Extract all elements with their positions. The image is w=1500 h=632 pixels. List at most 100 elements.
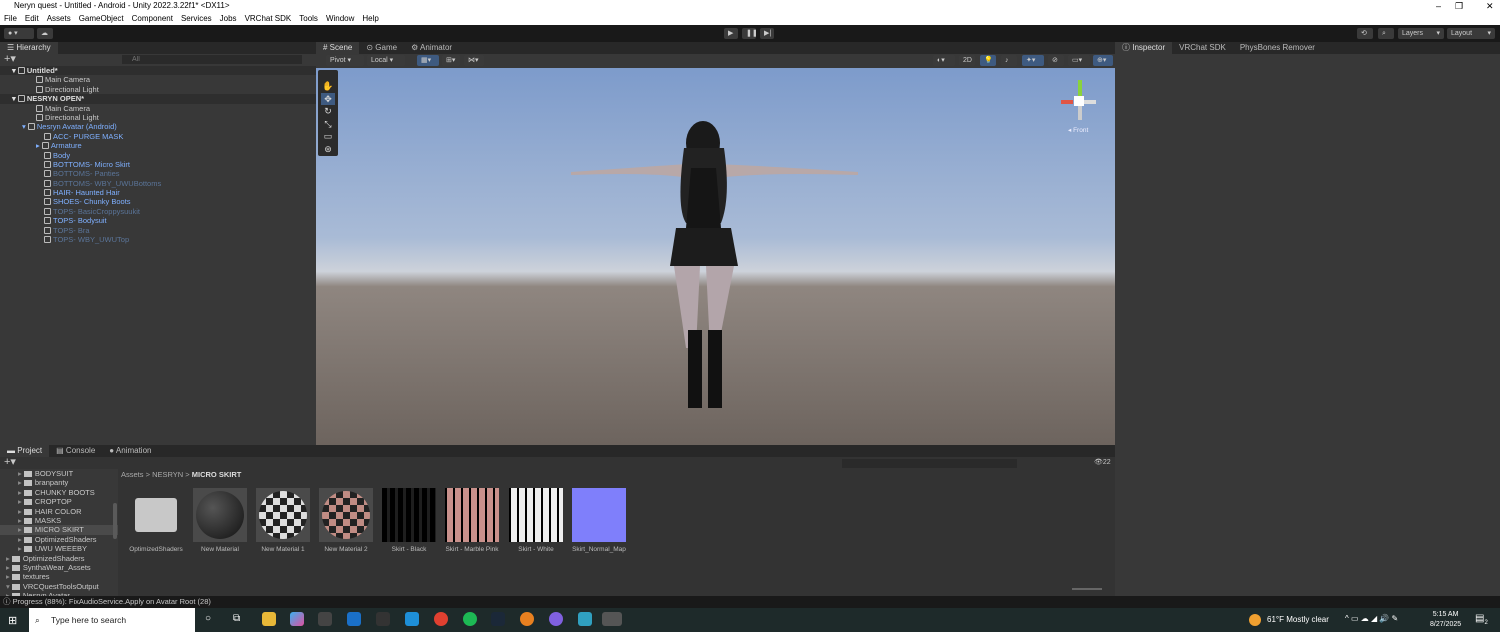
hierarchy-item[interactable]: Directional Light <box>0 113 316 122</box>
folder-tree-item[interactable]: ▸ OptimizedShaders <box>0 535 118 544</box>
asset-texture[interactable]: Skirt_Normal_Map <box>571 488 627 553</box>
2d-toggle[interactable]: 2D <box>959 55 975 66</box>
hierarchy-scene[interactable]: ▾ Untitled* <box>0 66 316 76</box>
folder-tree-item[interactable]: ▸ textures <box>0 572 118 581</box>
asset-folder[interactable]: OptimizedShaders <box>128 488 184 553</box>
project-search-input[interactable] <box>842 459 1017 468</box>
hierarchy-item[interactable]: SHOES- Chunky Boots <box>0 197 316 206</box>
align-button[interactable]: ⋈▾ <box>464 55 484 66</box>
hierarchy-scene[interactable]: ▾ NESRYN OPEN* <box>0 94 316 104</box>
grid-snap-button[interactable]: ▦▾ <box>417 55 439 66</box>
tab-console[interactable]: ▤ Console <box>49 445 102 457</box>
unity-icon[interactable] <box>602 612 622 626</box>
asset-texture[interactable]: Skirt - Black <box>381 488 437 553</box>
hierarchy-item[interactable]: ▸ Armature <box>0 141 316 150</box>
steam-icon[interactable] <box>491 612 505 626</box>
discord-icon[interactable] <box>549 612 563 626</box>
folder-tree-item[interactable]: ▸ HAIR COLOR <box>0 507 118 516</box>
task-view-icon[interactable]: ⧉ <box>233 613 240 624</box>
expand-arrow-icon[interactable]: ▸ <box>36 141 42 150</box>
hierarchy-item[interactable]: TOPS- Bodysuit <box>0 216 316 225</box>
breadcrumb-assets[interactable]: Assets <box>121 470 144 479</box>
account-button[interactable]: ● ▾ <box>4 28 34 39</box>
hierarchy-item[interactable]: TOPS- BasicCroppysuukit <box>0 207 316 216</box>
hierarchy-item[interactable]: Body <box>0 151 316 160</box>
folder-tree-scrollbar[interactable] <box>113 503 117 539</box>
menu-jobs[interactable]: Jobs <box>220 12 237 25</box>
menu-vrchat-sdk[interactable]: VRChat SDK <box>245 12 292 25</box>
breadcrumb-nesryn[interactable]: NESRYN <box>152 470 183 479</box>
menu-window[interactable]: Window <box>326 12 354 25</box>
weather-text[interactable]: 61°F Mostly clear <box>1267 615 1329 624</box>
thumbnail-size-slider[interactable] <box>1072 588 1102 590</box>
hierarchy-item[interactable]: BOTTOMS- WBY_UWUBottoms <box>0 179 316 188</box>
menu-services[interactable]: Services <box>181 12 212 25</box>
system-tray-icons[interactable]: ^ ▭ ☁ ◢ 🔊 ✎ <box>1345 614 1398 623</box>
asset-material[interactable]: New Material 1 <box>255 488 311 553</box>
tab-animator[interactable]: ⚙ Animator <box>404 42 459 54</box>
cortana-icon[interactable]: ○ <box>205 613 211 624</box>
hierarchy-item[interactable]: TOPS- WBY_UWUTop <box>0 235 316 244</box>
hierarchy-item[interactable]: Main Camera <box>0 75 316 84</box>
hierarchy-item[interactable]: TOPS- Bra <box>0 226 316 235</box>
transform-tool-icon[interactable]: ⊛ <box>321 143 335 156</box>
hierarchy-search-input[interactable] <box>122 55 302 64</box>
folder-tree-item[interactable]: ▸ CHUNKY BOOTS <box>0 488 118 497</box>
folder-tree-item[interactable]: ▸ CROPTOP <box>0 497 118 506</box>
rect-tool-icon[interactable]: ▭ <box>321 130 335 143</box>
hierarchy-item[interactable]: BOTTOMS- Panties <box>0 169 316 178</box>
breadcrumb-micro-skirt[interactable]: MICRO SKIRT <box>192 470 242 479</box>
menu-tools[interactable]: Tools <box>299 12 318 25</box>
notifications-icon[interactable]: ▤2 <box>1475 613 1488 626</box>
file-explorer-icon[interactable] <box>262 612 276 626</box>
asset-material[interactable]: New Material 2 <box>318 488 374 553</box>
tab-vrchat-sdk[interactable]: VRChat SDK <box>1172 42 1233 54</box>
unity-hub-icon[interactable] <box>318 612 332 626</box>
folder-tree-item[interactable]: ▾ VRCQuestToolsOutput <box>0 582 118 591</box>
expand-arrow-icon[interactable]: ▾ <box>12 94 18 103</box>
play-button[interactable]: ▶ <box>724 28 738 39</box>
tab-animation[interactable]: ● Animation <box>102 445 158 457</box>
search-icon[interactable]: ⌕ <box>1378 28 1394 39</box>
cloud-icon[interactable]: ☁ <box>37 28 53 39</box>
spotify-icon[interactable] <box>463 612 477 626</box>
tab-scene[interactable]: # Scene <box>316 42 360 54</box>
menu-file[interactable]: File <box>4 12 17 25</box>
folder-tree-item[interactable]: ▸ MICRO SKIRT <box>0 525 118 535</box>
layout-dropdown[interactable]: Layout ▾ <box>1447 28 1495 39</box>
store-icon[interactable] <box>376 612 390 626</box>
pivot-dropdown[interactable]: Pivot ▾ <box>326 55 364 66</box>
avatar-model[interactable] <box>556 108 876 448</box>
expand-arrow-icon[interactable]: ▾ <box>12 66 18 75</box>
maximize-button[interactable]: ❐ <box>1455 0 1463 12</box>
local-dropdown[interactable]: Local ▾ <box>367 55 405 66</box>
snap-increment-button[interactable]: ⊞▾ <box>442 55 460 66</box>
scene-visibility-icon[interactable]: ⊘ <box>1048 55 1064 66</box>
asset-texture[interactable]: Skirt - Marble Pink <box>444 488 500 553</box>
hand-tool-icon[interactable]: ✋ <box>321 80 335 93</box>
pause-button[interactable]: ❚❚ <box>742 28 758 39</box>
close-button[interactable]: ✕ <box>1486 0 1494 12</box>
camera-dropdown[interactable]: ▭▾ <box>1068 55 1090 66</box>
clock[interactable]: 5:15 AM 8/27/2025 <box>1430 610 1461 630</box>
minimize-button[interactable]: – <box>1436 0 1441 12</box>
menu-edit[interactable]: Edit <box>25 12 39 25</box>
hierarchy-item[interactable]: Main Camera <box>0 104 316 113</box>
rotate-tool-icon[interactable]: ↻ <box>321 105 335 118</box>
move-tool-icon[interactable]: ✥ <box>321 92 335 105</box>
shading-mode-dropdown[interactable]: ◐▾ <box>933 55 955 66</box>
hierarchy-item[interactable]: ▾ Nesryn Avatar (Android) <box>0 122 316 131</box>
menu-assets[interactable]: Assets <box>47 12 71 25</box>
tab-physbones-remover[interactable]: PhysBones Remover <box>1233 42 1322 54</box>
copilot-icon[interactable] <box>290 612 304 626</box>
history-icon[interactable]: ⟲ <box>1357 28 1373 39</box>
app-icon[interactable] <box>578 612 592 626</box>
layers-dropdown[interactable]: Layers ▾ <box>1398 28 1444 39</box>
add-object-button[interactable]: +▾ <box>4 54 16 65</box>
create-asset-button[interactable]: +▾ <box>4 457 16 468</box>
tab-inspector[interactable]: ⓘ Inspector <box>1115 42 1173 54</box>
lighting-toggle-icon[interactable]: 💡 <box>980 55 996 66</box>
blender-icon[interactable] <box>520 612 534 626</box>
folder-tree-item[interactable]: ▸ OptimizedShaders <box>0 554 118 563</box>
expand-arrow-icon[interactable]: ▾ <box>22 122 28 131</box>
